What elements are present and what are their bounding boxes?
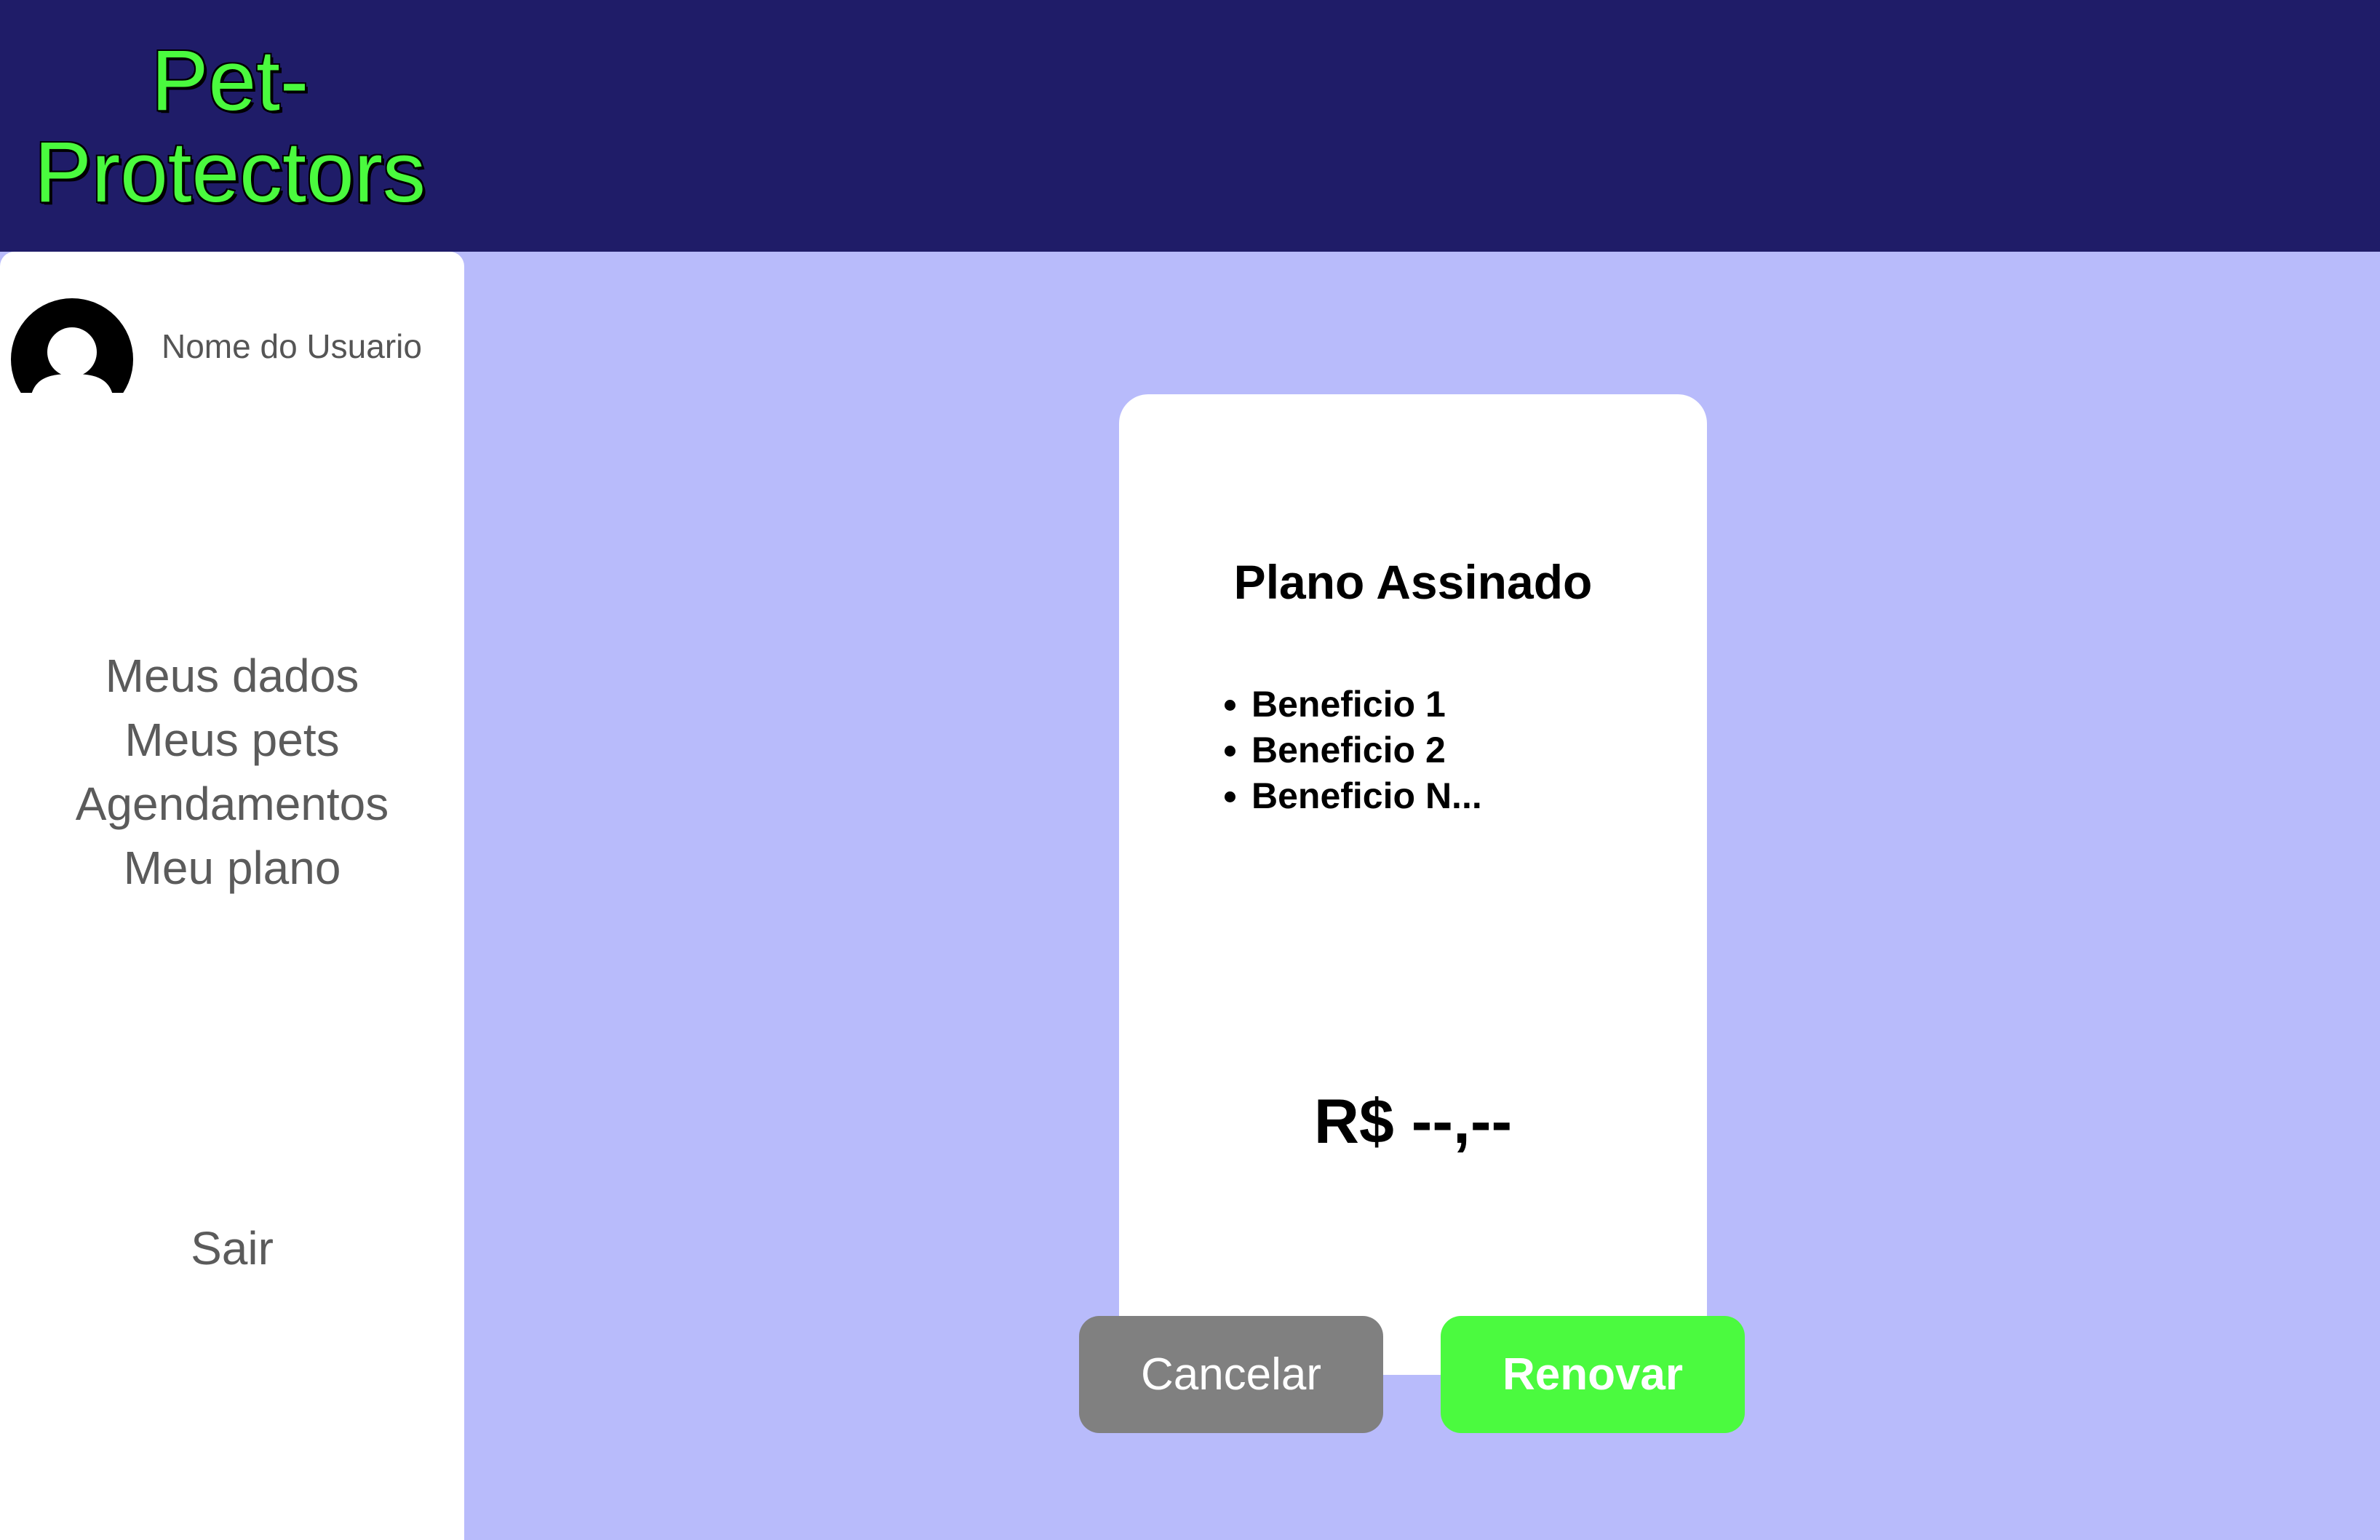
sidebar-item-meus-dados[interactable]: Meus dados bbox=[0, 644, 464, 708]
plan-price: R$ --,-- bbox=[1313, 1087, 1513, 1157]
benefit-item: Beneficio N... bbox=[1251, 773, 1482, 819]
user-avatar-icon[interactable] bbox=[11, 298, 133, 393]
sidebar-nav: Meus dados Meus pets Agendamentos Meu pl… bbox=[0, 644, 464, 900]
username-label: Nome do Usuario bbox=[162, 327, 422, 365]
cancel-button[interactable]: Cancelar bbox=[1079, 1316, 1383, 1433]
renew-button[interactable]: Renovar bbox=[1441, 1316, 1745, 1433]
logout-link[interactable]: Sair bbox=[0, 1216, 464, 1280]
sidebar-item-meu-plano[interactable]: Meu plano bbox=[0, 836, 464, 900]
logo-line-1: Pet- bbox=[151, 33, 309, 129]
benefits-list: Beneficio 1 Beneficio 2 Beneficio N... bbox=[1251, 682, 1482, 819]
sidebar-item-agendamentos[interactable]: Agendamentos bbox=[0, 772, 464, 836]
sidebar-item-meus-pets[interactable]: Meus pets bbox=[0, 708, 464, 772]
top-header: Pet- Protectors bbox=[0, 0, 2380, 252]
plan-title: Plano Assinado bbox=[1233, 555, 1593, 609]
app-logo[interactable]: Pet- Protectors bbox=[0, 35, 460, 218]
plan-card: Plano Assinado Beneficio 1 Beneficio 2 B… bbox=[1119, 394, 1707, 1375]
benefit-item: Beneficio 1 bbox=[1251, 682, 1482, 727]
benefit-item: Beneficio 2 bbox=[1251, 727, 1482, 773]
logo-line-2: Protectors bbox=[34, 124, 426, 220]
